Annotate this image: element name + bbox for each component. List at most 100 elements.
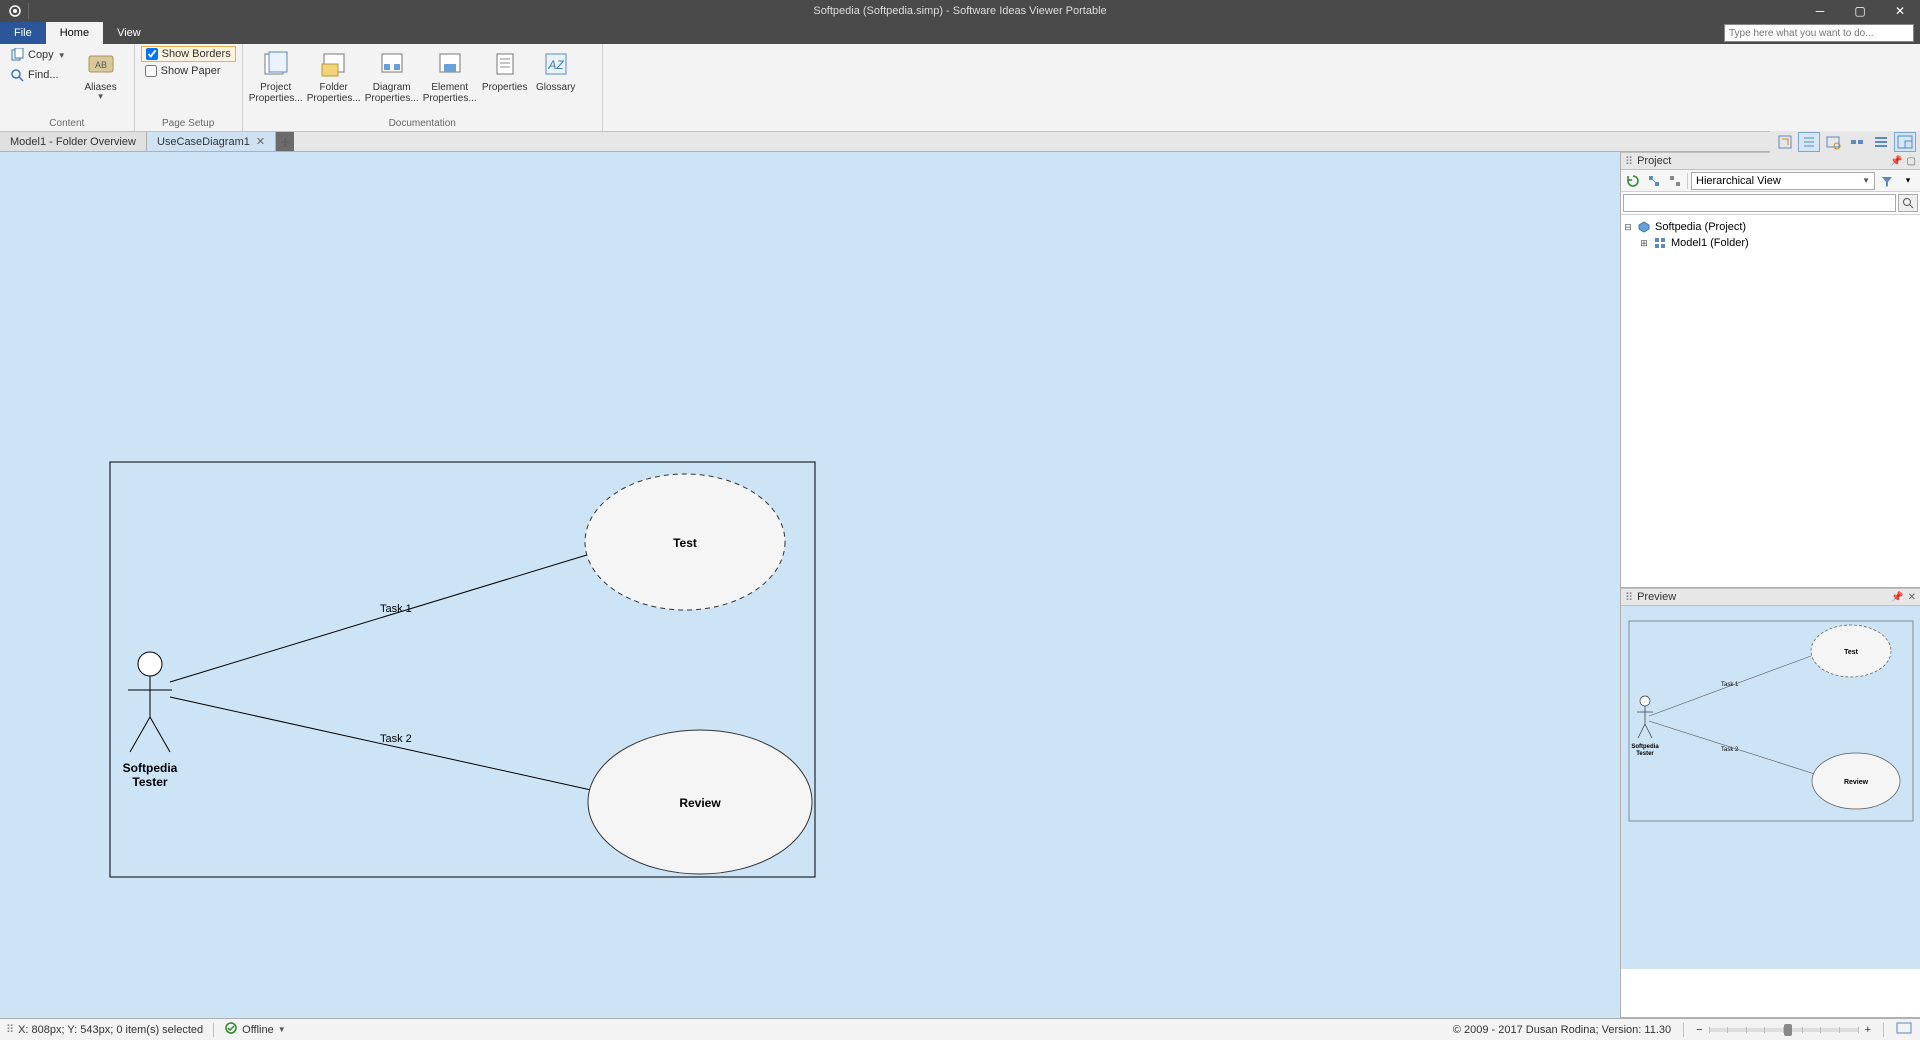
glossary-label: Glossary [536,82,575,93]
preview-canvas[interactable]: Task 1 Task 2 Test Review SoftpediaTeste… [1621,606,1920,969]
zoom-thumb[interactable] [1784,1024,1792,1036]
zoom-fit-icon[interactable] [1896,1022,1912,1037]
project-properties-button[interactable]: Project Properties... [249,46,303,106]
diagram-canvas[interactable]: Task 1 Task 2 Test Review SoftpediaTeste… [0,152,1620,1018]
right-tool-icons [1770,131,1920,153]
preview-panel: ⠿ Preview 📌 ✕ Task 1 Task 2 Test Review [1621,588,1920,1018]
show-borders-input[interactable] [146,48,158,60]
show-paper-checkbox[interactable]: Show Paper [141,64,236,78]
svg-text:Task 2: Task 2 [1721,747,1739,753]
grip-icon: ⠿ [1625,591,1633,604]
properties-button[interactable]: Properties [481,46,529,95]
zoom-in-icon[interactable]: + [1865,1024,1871,1036]
tree-toggle-icon[interactable]: ⊞ [1639,238,1649,249]
preview-title: Preview [1637,591,1676,603]
menu-file[interactable]: File [0,22,46,44]
tool-icon-5[interactable] [1870,132,1892,152]
tab-label: UseCaseDiagram1 [157,136,250,148]
collapse-icon[interactable] [1666,172,1684,190]
tool-icon-6[interactable] [1894,132,1916,152]
show-borders-label: Show Borders [162,48,231,60]
diagram-svg: Task 1 Task 2 Test Review SoftpediaTeste… [0,152,1620,1018]
filter-icon[interactable] [1878,172,1896,190]
window-title: Softpedia (Softpedia.simp) - Software Id… [813,5,1106,17]
minimize-button[interactable]: ─ [1800,0,1840,22]
properties-label: Properties [482,82,528,93]
project-tree[interactable]: ⊟ Softpedia (Project) ⊞ Model1 (Folder) [1621,215,1920,587]
tree-toggle-icon[interactable]: ⊟ [1623,222,1633,233]
zoom-slider[interactable] [1709,1028,1859,1032]
dropdown-icon[interactable]: ▼ [278,1025,286,1034]
expand-icon[interactable] [1645,172,1663,190]
status-coords: X: 808px; Y: 543px; 0 item(s) selected [18,1024,203,1036]
dropdown-icon: ▼ [97,93,105,102]
actor-label: SoftpediaTester [123,761,178,789]
tool-icon-1[interactable] [1774,132,1796,152]
ribbon: Copy ▼ Find... AB Aliases ▼ Content [0,44,1920,132]
project-panel-header[interactable]: ⠿ Project 📌 ▢ [1621,152,1920,170]
project-search-button[interactable] [1898,194,1918,212]
group-label-content: Content [6,116,128,131]
svg-text:Task 1: Task 1 [1721,682,1739,688]
app-icon [6,2,24,20]
tool-icon-4[interactable] [1846,132,1868,152]
group-label-documentation: Documentation [249,116,596,131]
ribbon-group-documentation: Project Properties... Folder Properties.… [243,44,603,131]
tree-child[interactable]: ⊞ Model1 (Folder) [1623,235,1918,251]
view-mode-combo[interactable]: Hierarchical View ▼ [1691,172,1875,190]
glossary-button[interactable]: AZ Glossary [533,46,579,95]
tool-icon-2[interactable] [1798,132,1820,152]
project-properties-label: Project Properties... [249,82,303,104]
refresh-icon[interactable] [1624,172,1642,190]
svg-text:AZ: AZ [547,58,564,72]
zoom-out-icon[interactable]: − [1696,1024,1702,1036]
menu-home[interactable]: Home [46,22,103,44]
find-button[interactable]: Find... [6,66,70,84]
element-properties-label: Element Properties... [423,82,477,104]
show-paper-input[interactable] [145,65,157,77]
folder-icon [1653,236,1667,250]
pin-icon[interactable]: 📌 [1890,156,1902,167]
tree-root[interactable]: ⊟ Softpedia (Project) [1623,219,1918,235]
preview-footer [1621,969,1920,1017]
preview-panel-header[interactable]: ⠿ Preview 📌 ✕ [1621,588,1920,606]
pin-icon[interactable]: 📌 [1891,592,1903,603]
diagram-properties-icon [376,48,408,80]
diagram-properties-label: Diagram Properties... [365,82,419,104]
close-button[interactable]: ✕ [1880,0,1920,22]
tab-label: Model1 - Folder Overview [10,136,136,148]
panel-maximize-icon[interactable]: ▢ [1907,156,1916,167]
new-tab-button[interactable]: ＋ [276,132,294,151]
tab-close-icon[interactable]: ✕ [256,135,265,148]
menu-row: File Home View [0,22,1920,44]
maximize-button[interactable]: ▢ [1840,0,1880,22]
tab-usecase-diagram[interactable]: UseCaseDiagram1 ✕ [147,132,276,151]
copy-icon [10,48,24,62]
right-panels: ⠿ Project 📌 ▢ Hierarchical View ▼ ▾ [1620,152,1920,1018]
properties-icon [489,48,521,80]
project-search-input[interactable] [1623,194,1896,212]
copy-button[interactable]: Copy ▼ [6,46,70,64]
diagram-properties-button[interactable]: Diagram Properties... [365,46,419,106]
group-label-page-setup: Page Setup [141,116,236,131]
folder-properties-button[interactable]: Folder Properties... [307,46,361,106]
tool-icon-3[interactable] [1822,132,1844,152]
assoc2-label: Task 2 [380,733,412,745]
association-task1[interactable] [170,554,590,682]
menu-view[interactable]: View [103,22,155,44]
dropdown-icon: ▼ [1862,176,1870,185]
panel-close-icon[interactable]: ✕ [1908,592,1916,603]
aliases-button[interactable]: AB Aliases ▼ [74,46,128,104]
svg-text:Review: Review [1844,779,1869,786]
show-borders-checkbox[interactable]: Show Borders [141,46,236,62]
actor-softpedia-tester[interactable] [128,652,172,752]
ribbon-group-page-setup: Show Borders Show Paper Page Setup [135,44,243,131]
more-icon[interactable]: ▾ [1899,172,1917,190]
ribbon-search-input[interactable] [1724,24,1914,42]
tree-child-label: Model1 (Folder) [1671,237,1749,249]
ribbon-group-content: Copy ▼ Find... AB Aliases ▼ Content [0,44,135,131]
element-properties-button[interactable]: Element Properties... [423,46,477,106]
tree-root-label: Softpedia (Project) [1655,221,1746,233]
sync-icon[interactable] [224,1021,238,1038]
tab-model-overview[interactable]: Model1 - Folder Overview [0,132,147,151]
